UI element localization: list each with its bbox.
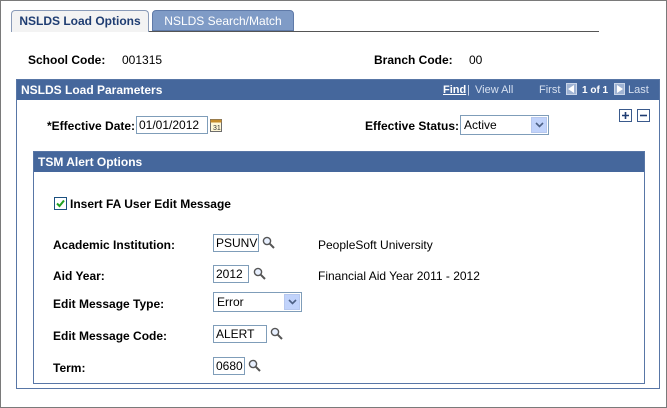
view-all-link[interactable]: View All — [475, 84, 513, 96]
effective-date-input[interactable]: 01/01/2012 — [136, 116, 208, 134]
load-parameters-title: NSLDS Load Parameters — [21, 83, 163, 97]
effective-status-value: Active — [464, 118, 497, 132]
plus-icon — [622, 112, 629, 119]
previous-arrow-icon[interactable] — [566, 83, 577, 95]
edit-message-code-label: Edit Message Code: — [53, 329, 168, 343]
tsm-alert-title: TSM Alert Options — [38, 155, 143, 169]
edit-message-code-input[interactable]: ALERT — [213, 325, 267, 343]
edit-message-type-value: Error — [217, 295, 244, 309]
effective-status-label: Effective Status: — [365, 119, 460, 133]
last-link[interactable]: Last — [628, 84, 649, 96]
tsm-alert-options-group: TSM Alert Options Insert FA User Edit Me… — [33, 151, 645, 384]
add-row-button[interactable] — [619, 109, 632, 122]
insert-message-label: Insert FA User Edit Message — [70, 197, 231, 211]
effective-date-label: *Effective Date: — [47, 119, 136, 133]
first-link[interactable]: First — [539, 84, 560, 96]
effective-status-select[interactable]: Active — [460, 115, 549, 135]
checkmark-icon — [56, 199, 65, 208]
magnifier-icon[interactable] — [270, 327, 283, 343]
school-code-label: School Code: — [28, 53, 106, 67]
term-input[interactable]: 0680 — [213, 357, 245, 375]
page-frame: NSLDS Load Options NSLDS Search/Match Sc… — [0, 0, 667, 408]
tab-nslds-search-match[interactable]: NSLDS Search/Match — [152, 10, 294, 31]
school-code-value: 001315 — [122, 53, 163, 67]
chevron-down-icon[interactable] — [284, 294, 300, 310]
nav-separator: | — [467, 84, 470, 96]
row-count: 1 of 1 — [582, 85, 609, 96]
edit-message-type-select[interactable]: Error — [213, 292, 302, 312]
edit-message-type-label: Edit Message Type: — [53, 297, 165, 311]
delete-row-button[interactable] — [637, 109, 650, 122]
branch-code-value: 00 — [469, 53, 483, 67]
load-parameters-header: NSLDS Load Parameters Find | View All Fi… — [17, 80, 659, 100]
academic-institution-input[interactable]: PSUNV — [213, 234, 259, 252]
chevron-down-icon[interactable] — [531, 117, 547, 133]
aid-year-desc: Financial Aid Year 2011 - 2012 — [318, 269, 480, 283]
aid-year-label: Aid Year: — [53, 269, 105, 283]
magnifier-icon[interactable] — [253, 267, 266, 283]
academic-institution-label: Academic Institution: — [53, 238, 176, 252]
branch-code-label: Branch Code: — [374, 53, 453, 67]
insert-message-checkbox[interactable] — [54, 197, 67, 210]
calendar-icon[interactable]: 31 — [210, 118, 222, 135]
find-link[interactable]: Find — [443, 84, 466, 96]
term-label: Term: — [53, 361, 86, 375]
tab-nslds-load-options[interactable]: NSLDS Load Options — [11, 10, 149, 32]
nslds-load-parameters-group: NSLDS Load Parameters Find | View All Fi… — [16, 79, 660, 389]
aid-year-input[interactable]: 2012 — [213, 265, 249, 283]
magnifier-icon[interactable] — [248, 359, 261, 375]
tsm-alert-header: TSM Alert Options — [34, 152, 644, 172]
academic-institution-desc: PeopleSoft University — [318, 238, 433, 252]
next-arrow-icon[interactable] — [614, 83, 625, 95]
magnifier-icon[interactable] — [262, 236, 275, 252]
tab-divider — [149, 31, 599, 32]
svg-text:31: 31 — [213, 125, 221, 132]
minus-icon — [640, 114, 647, 117]
